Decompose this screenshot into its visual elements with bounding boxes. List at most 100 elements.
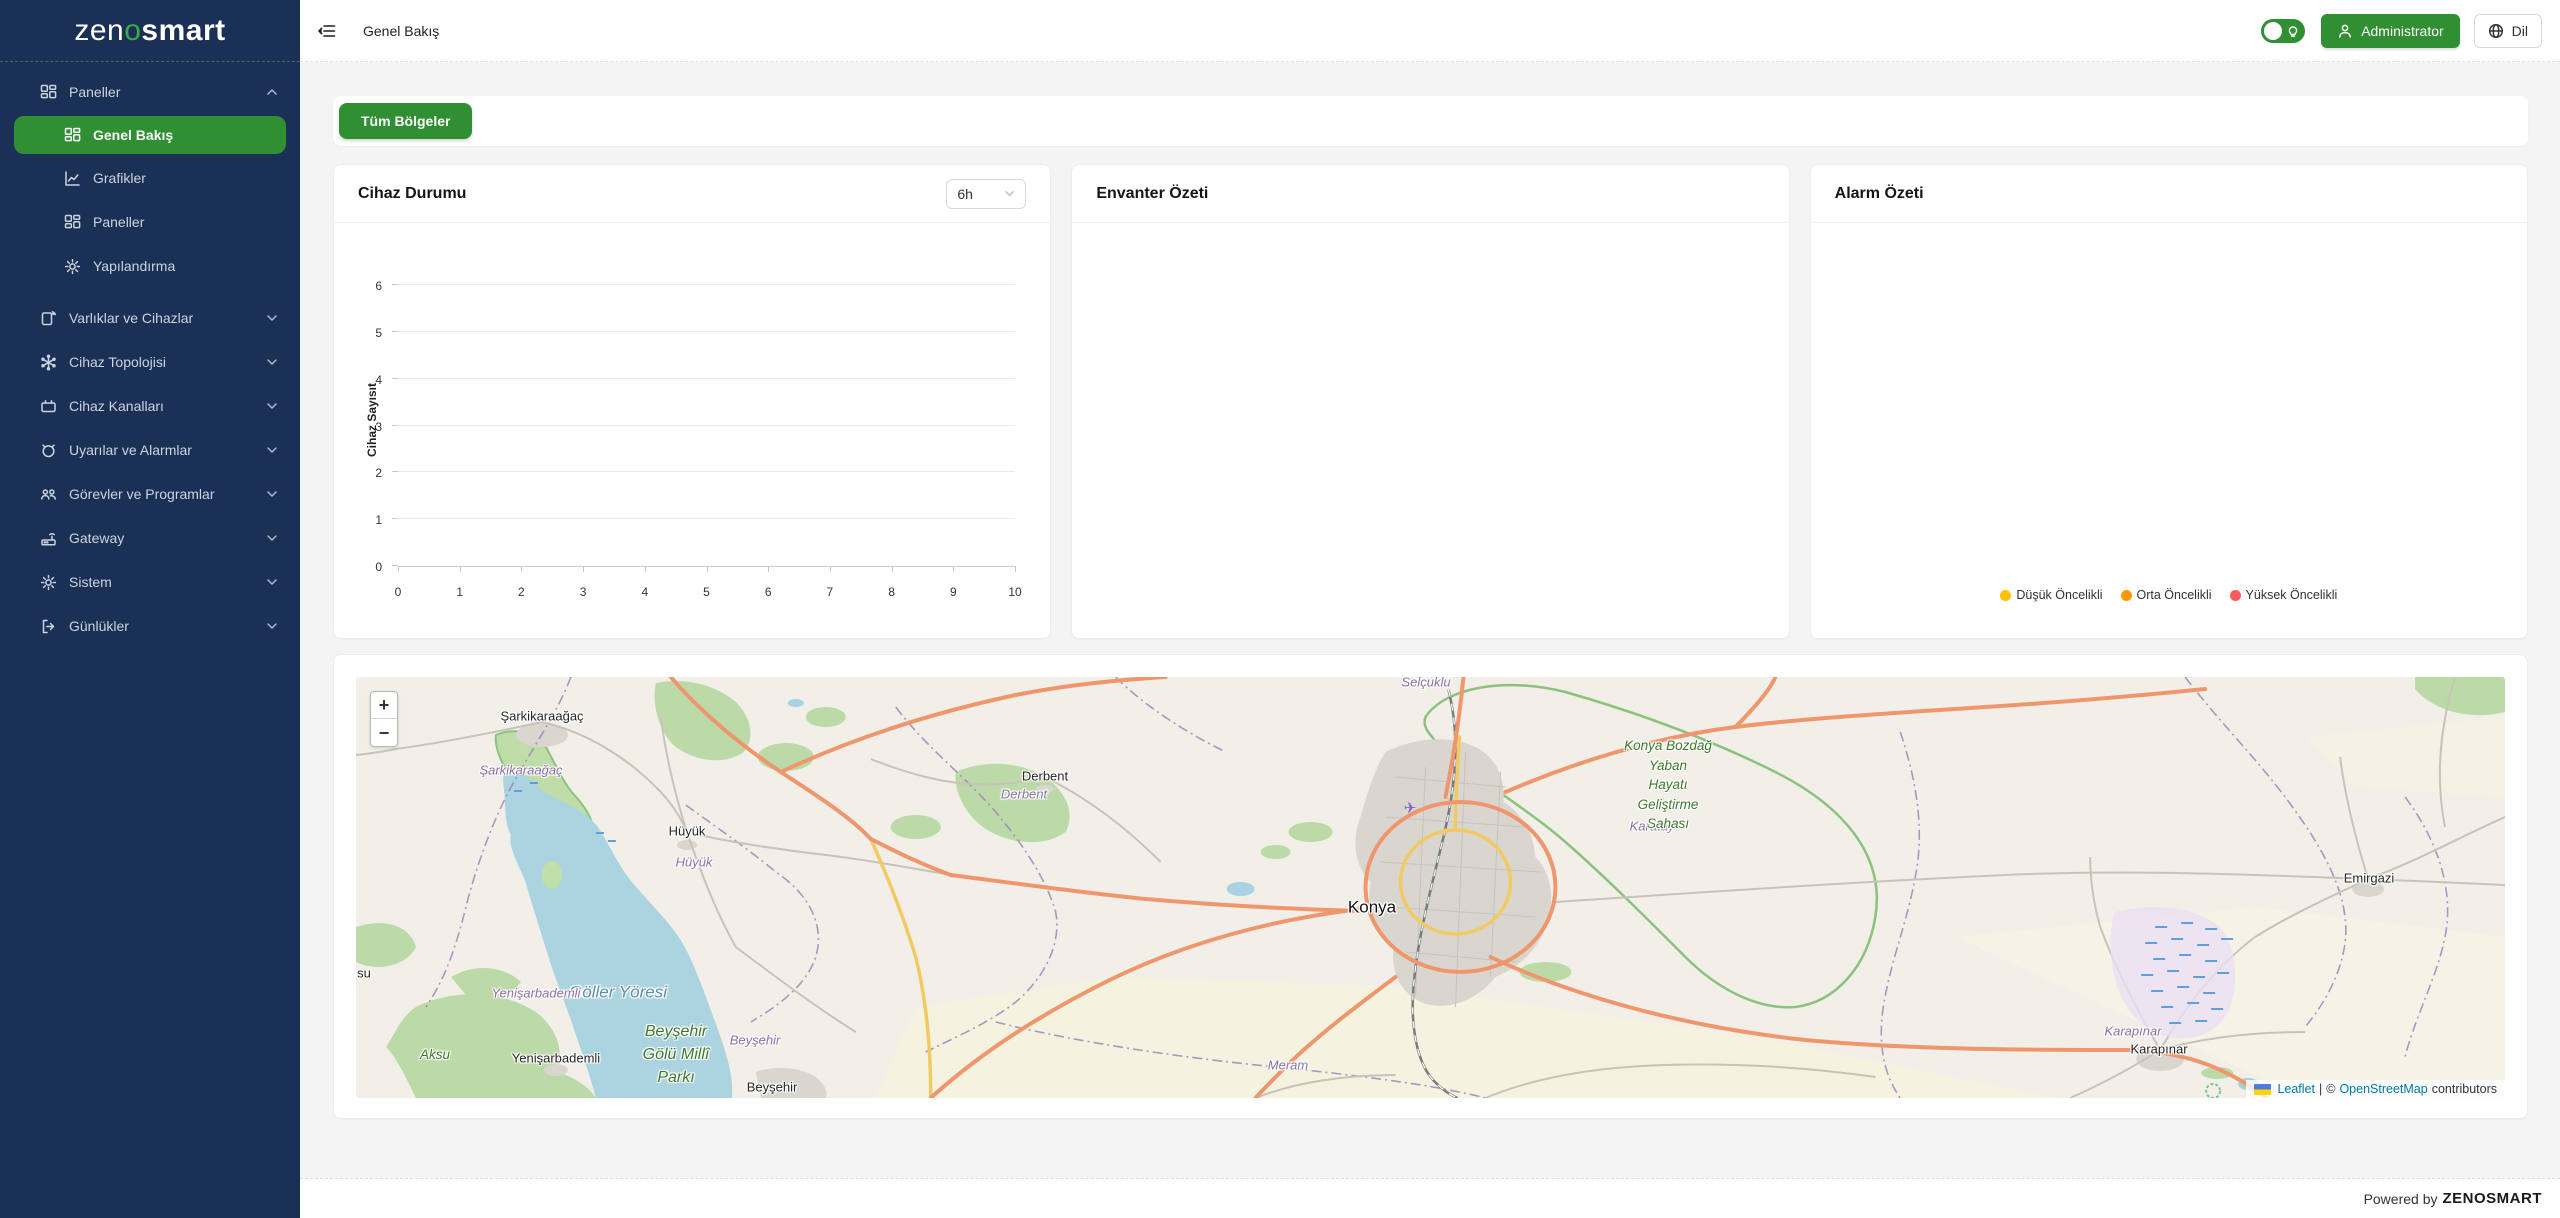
zoom-out-button[interactable]: − <box>371 719 397 746</box>
device-status-chart: Cihaz Sayısıt 0123456 012345678910 <box>334 223 1050 638</box>
panels-icon <box>64 214 81 231</box>
sidebar-item-label: Yapılandırma <box>93 258 175 274</box>
alarm-icon <box>40 442 57 459</box>
chevron-down-icon <box>266 576 278 588</box>
router-icon <box>40 530 57 547</box>
page-footer: Powered by ZENOSMART <box>300 1178 2560 1218</box>
legend-item-medium[interactable]: Orta Öncelikli <box>2121 588 2212 602</box>
y-tick-label: 1 <box>375 513 382 527</box>
panels-icon <box>40 84 57 101</box>
sidebar: zenosmart Paneller Genel Bakış Grafikler… <box>0 0 300 1218</box>
chevron-down-icon <box>266 400 278 412</box>
sidebar-item-cihaz-topolojisi[interactable]: Cihaz Topolojisi <box>0 340 300 384</box>
main-area: Genel Bakış Administrator Dil Tüm Bölgel… <box>300 0 2560 1218</box>
time-range-select[interactable]: 6h <box>946 179 1026 209</box>
chevron-down-icon <box>266 444 278 456</box>
x-tick-label: 10 <box>1008 585 1021 599</box>
y-tick-label: 6 <box>375 279 382 293</box>
legend-label: Düşük Öncelikli <box>2016 588 2102 602</box>
sidebar-item-genel-bakis[interactable]: Genel Bakış <box>14 116 286 154</box>
sidebar-item-label: Paneller <box>69 84 120 100</box>
sidebar-item-sistem[interactable]: Sistem <box>0 560 300 604</box>
x-tick-label: 7 <box>827 585 834 599</box>
page-title: Genel Bakış <box>363 23 439 39</box>
region-filter-bar: Tüm Bölgeler <box>333 96 2528 146</box>
sidebar-item-paneller-group[interactable]: Paneller <box>0 70 300 114</box>
x-tick-mark <box>830 566 831 572</box>
summary-cards-row: Cihaz Durumu 6h Cihaz Sayısıt 0123456 01… <box>333 164 2528 639</box>
y-tick-label: 2 <box>375 466 382 480</box>
gridline <box>398 331 1015 332</box>
sidebar-item-label: Paneller <box>93 214 144 230</box>
card-title: Alarm Özeti <box>1835 185 1924 203</box>
brand-name: ZENOSMART <box>2443 1190 2543 1207</box>
gridline <box>398 378 1015 379</box>
x-tick-mark <box>768 566 769 572</box>
legend-dot-medium <box>2121 590 2132 601</box>
device-icon <box>40 310 57 327</box>
app-root: zenosmart Paneller Genel Bakış Grafikler… <box>0 0 2560 1218</box>
sidebar-item-paneller[interactable]: Paneller <box>0 200 300 244</box>
theme-toggle[interactable] <box>2261 19 2305 43</box>
globe-icon <box>2488 23 2504 39</box>
device-status-card-header: Cihaz Durumu 6h <box>334 165 1050 223</box>
legend-item-high[interactable]: Yüksek Öncelikli <box>2230 588 2338 602</box>
language-button[interactable]: Dil <box>2474 14 2542 48</box>
chevron-down-icon <box>266 312 278 324</box>
x-tick-mark <box>521 566 522 572</box>
openstreetmap-link[interactable]: OpenStreetMap <box>2339 1082 2427 1096</box>
sidebar-item-label: Cihaz Kanalları <box>69 398 164 414</box>
x-tick-label: 0 <box>395 585 402 599</box>
y-tick-mark <box>392 284 398 285</box>
gear-icon <box>64 258 81 275</box>
chart-x-ticks: 012345678910 <box>398 577 1015 597</box>
user-button[interactable]: Administrator <box>2321 14 2459 48</box>
map-zoom-control: + − <box>370 691 398 747</box>
menu-fold-icon[interactable] <box>318 22 336 40</box>
sidebar-item-cihaz-kanallari[interactable]: Cihaz Kanalları <box>0 384 300 428</box>
zoom-in-button[interactable]: + <box>371 692 397 719</box>
time-range-value: 6h <box>957 186 973 202</box>
x-tick-label: 5 <box>703 585 710 599</box>
sidebar-item-gunlukler[interactable]: Günlükler <box>0 604 300 648</box>
x-tick-mark <box>1015 566 1016 572</box>
gridline <box>398 471 1015 472</box>
y-tick-label: 0 <box>375 560 382 574</box>
legend-label: Yüksek Öncelikli <box>2246 588 2338 602</box>
app-logo: zenosmart <box>0 0 300 62</box>
x-tick-label: 3 <box>580 585 587 599</box>
user-button-label: Administrator <box>2361 23 2443 39</box>
y-tick-label: 5 <box>375 326 382 340</box>
leaflet-map[interactable]: ŞarkikaraağaçŞarkikaraağaçHüyükHüyükDerb… <box>356 677 2505 1098</box>
chevron-down-icon <box>266 532 278 544</box>
channels-icon <box>40 398 57 415</box>
logo-part-zen: zen <box>74 14 124 48</box>
gear-icon <box>40 574 57 591</box>
sidebar-item-grafikler[interactable]: Grafikler <box>0 156 300 200</box>
nav-gap <box>0 288 300 296</box>
sidebar-item-varliklar-ve-cihazlar[interactable]: Varlıklar ve Cihazlar <box>0 296 300 340</box>
x-tick-mark <box>398 566 399 572</box>
sidebar-item-gorevler-ve-programlar[interactable]: Görevler ve Programlar <box>0 472 300 516</box>
leaflet-link[interactable]: Leaflet <box>2277 1082 2315 1096</box>
attr-suffix: contributors <box>2432 1082 2497 1096</box>
y-tick-mark <box>392 425 398 426</box>
sidebar-item-gateway[interactable]: Gateway <box>0 516 300 560</box>
alarm-legend: Düşük Öncelikli Orta Öncelikli Yüksek Ön… <box>1811 588 2527 602</box>
alarm-card-header: Alarm Özeti <box>1811 165 2527 223</box>
legend-item-low[interactable]: Düşük Öncelikli <box>2000 588 2102 602</box>
language-button-label: Dil <box>2512 23 2528 39</box>
x-tick-label: 1 <box>456 585 463 599</box>
sidebar-item-yapilandirma[interactable]: Yapılandırma <box>0 244 300 288</box>
ukraine-flag-icon <box>2254 1084 2271 1095</box>
alarm-summary-card: Alarm Özeti Düşük Öncelikli Orta Öncelik… <box>1810 164 2528 639</box>
legend-label: Orta Öncelikli <box>2137 588 2212 602</box>
map-attribution: Leaflet | © OpenStreetMap contributors <box>2246 1080 2505 1098</box>
overview-icon <box>64 127 81 144</box>
chevron-up-icon <box>266 86 278 98</box>
sidebar-item-uyarilar-ve-alarmlar[interactable]: Uyarılar ve Alarmlar <box>0 428 300 472</box>
logo-part-smart: smart <box>141 14 225 48</box>
chevron-down-icon <box>266 620 278 632</box>
device-status-card: Cihaz Durumu 6h Cihaz Sayısıt 0123456 01… <box>333 164 1051 639</box>
all-regions-button[interactable]: Tüm Bölgeler <box>339 103 472 139</box>
